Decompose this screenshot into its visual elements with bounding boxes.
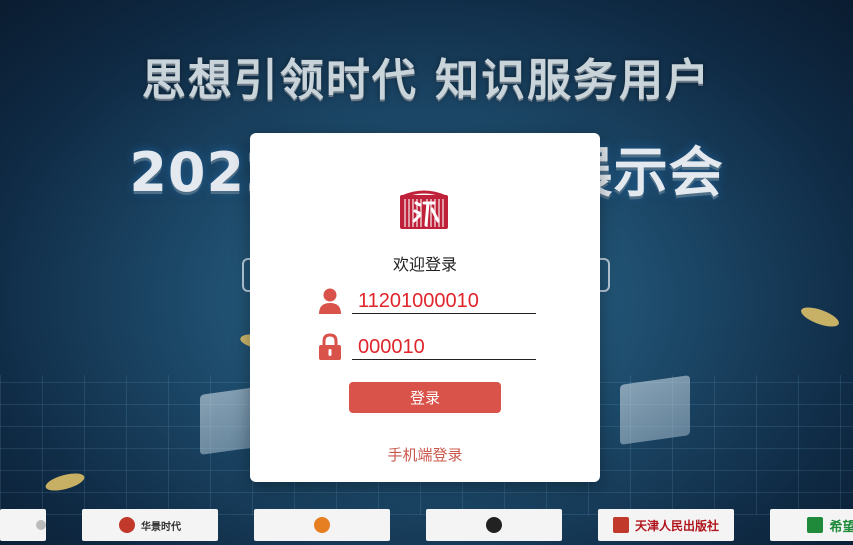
panda-logo-icon — [486, 517, 502, 533]
partner-name: 天津人民出版社 — [634, 518, 719, 533]
bird-logo-icon — [314, 517, 330, 533]
password-row — [318, 333, 536, 363]
tianjin-logo-icon — [612, 517, 629, 533]
leaf-decoration-icon — [798, 303, 842, 331]
mobile-login-link[interactable]: 手机端登录 — [250, 444, 600, 465]
banner-headline: 思想引领时代 知识服务用户 — [141, 55, 712, 106]
partner-strip: 华景时代 天津人民出版社 希望出 — [0, 505, 853, 545]
password-input[interactable] — [352, 335, 536, 360]
login-title: 欢迎登录 — [392, 255, 457, 274]
partner-name: 希望出 — [829, 519, 853, 535]
partner-name: 华景时代 — [141, 521, 181, 533]
partner-logo: 华景时代 — [82, 509, 218, 541]
partner-logo — [426, 509, 562, 541]
login-dialog: 欢迎登录 登录 手机端登录 — [250, 133, 600, 482]
username-input[interactable] — [352, 289, 536, 314]
lock-icon — [319, 333, 341, 360]
book-decoration-icon — [620, 375, 690, 445]
hope-logo-icon — [807, 517, 824, 533]
partner-logo — [254, 509, 390, 541]
username-row — [318, 287, 536, 317]
zhejiang-publishing-logo-icon — [400, 190, 448, 229]
user-icon — [319, 288, 341, 314]
partner-logo — [0, 509, 46, 541]
rose-logo-icon — [119, 517, 135, 533]
partner-logo: 天津人民出版社 — [598, 509, 734, 541]
login-button[interactable]: 登录 — [349, 382, 501, 413]
partner-logo-icon — [36, 520, 46, 530]
partner-logo: 希望出 — [770, 509, 853, 541]
